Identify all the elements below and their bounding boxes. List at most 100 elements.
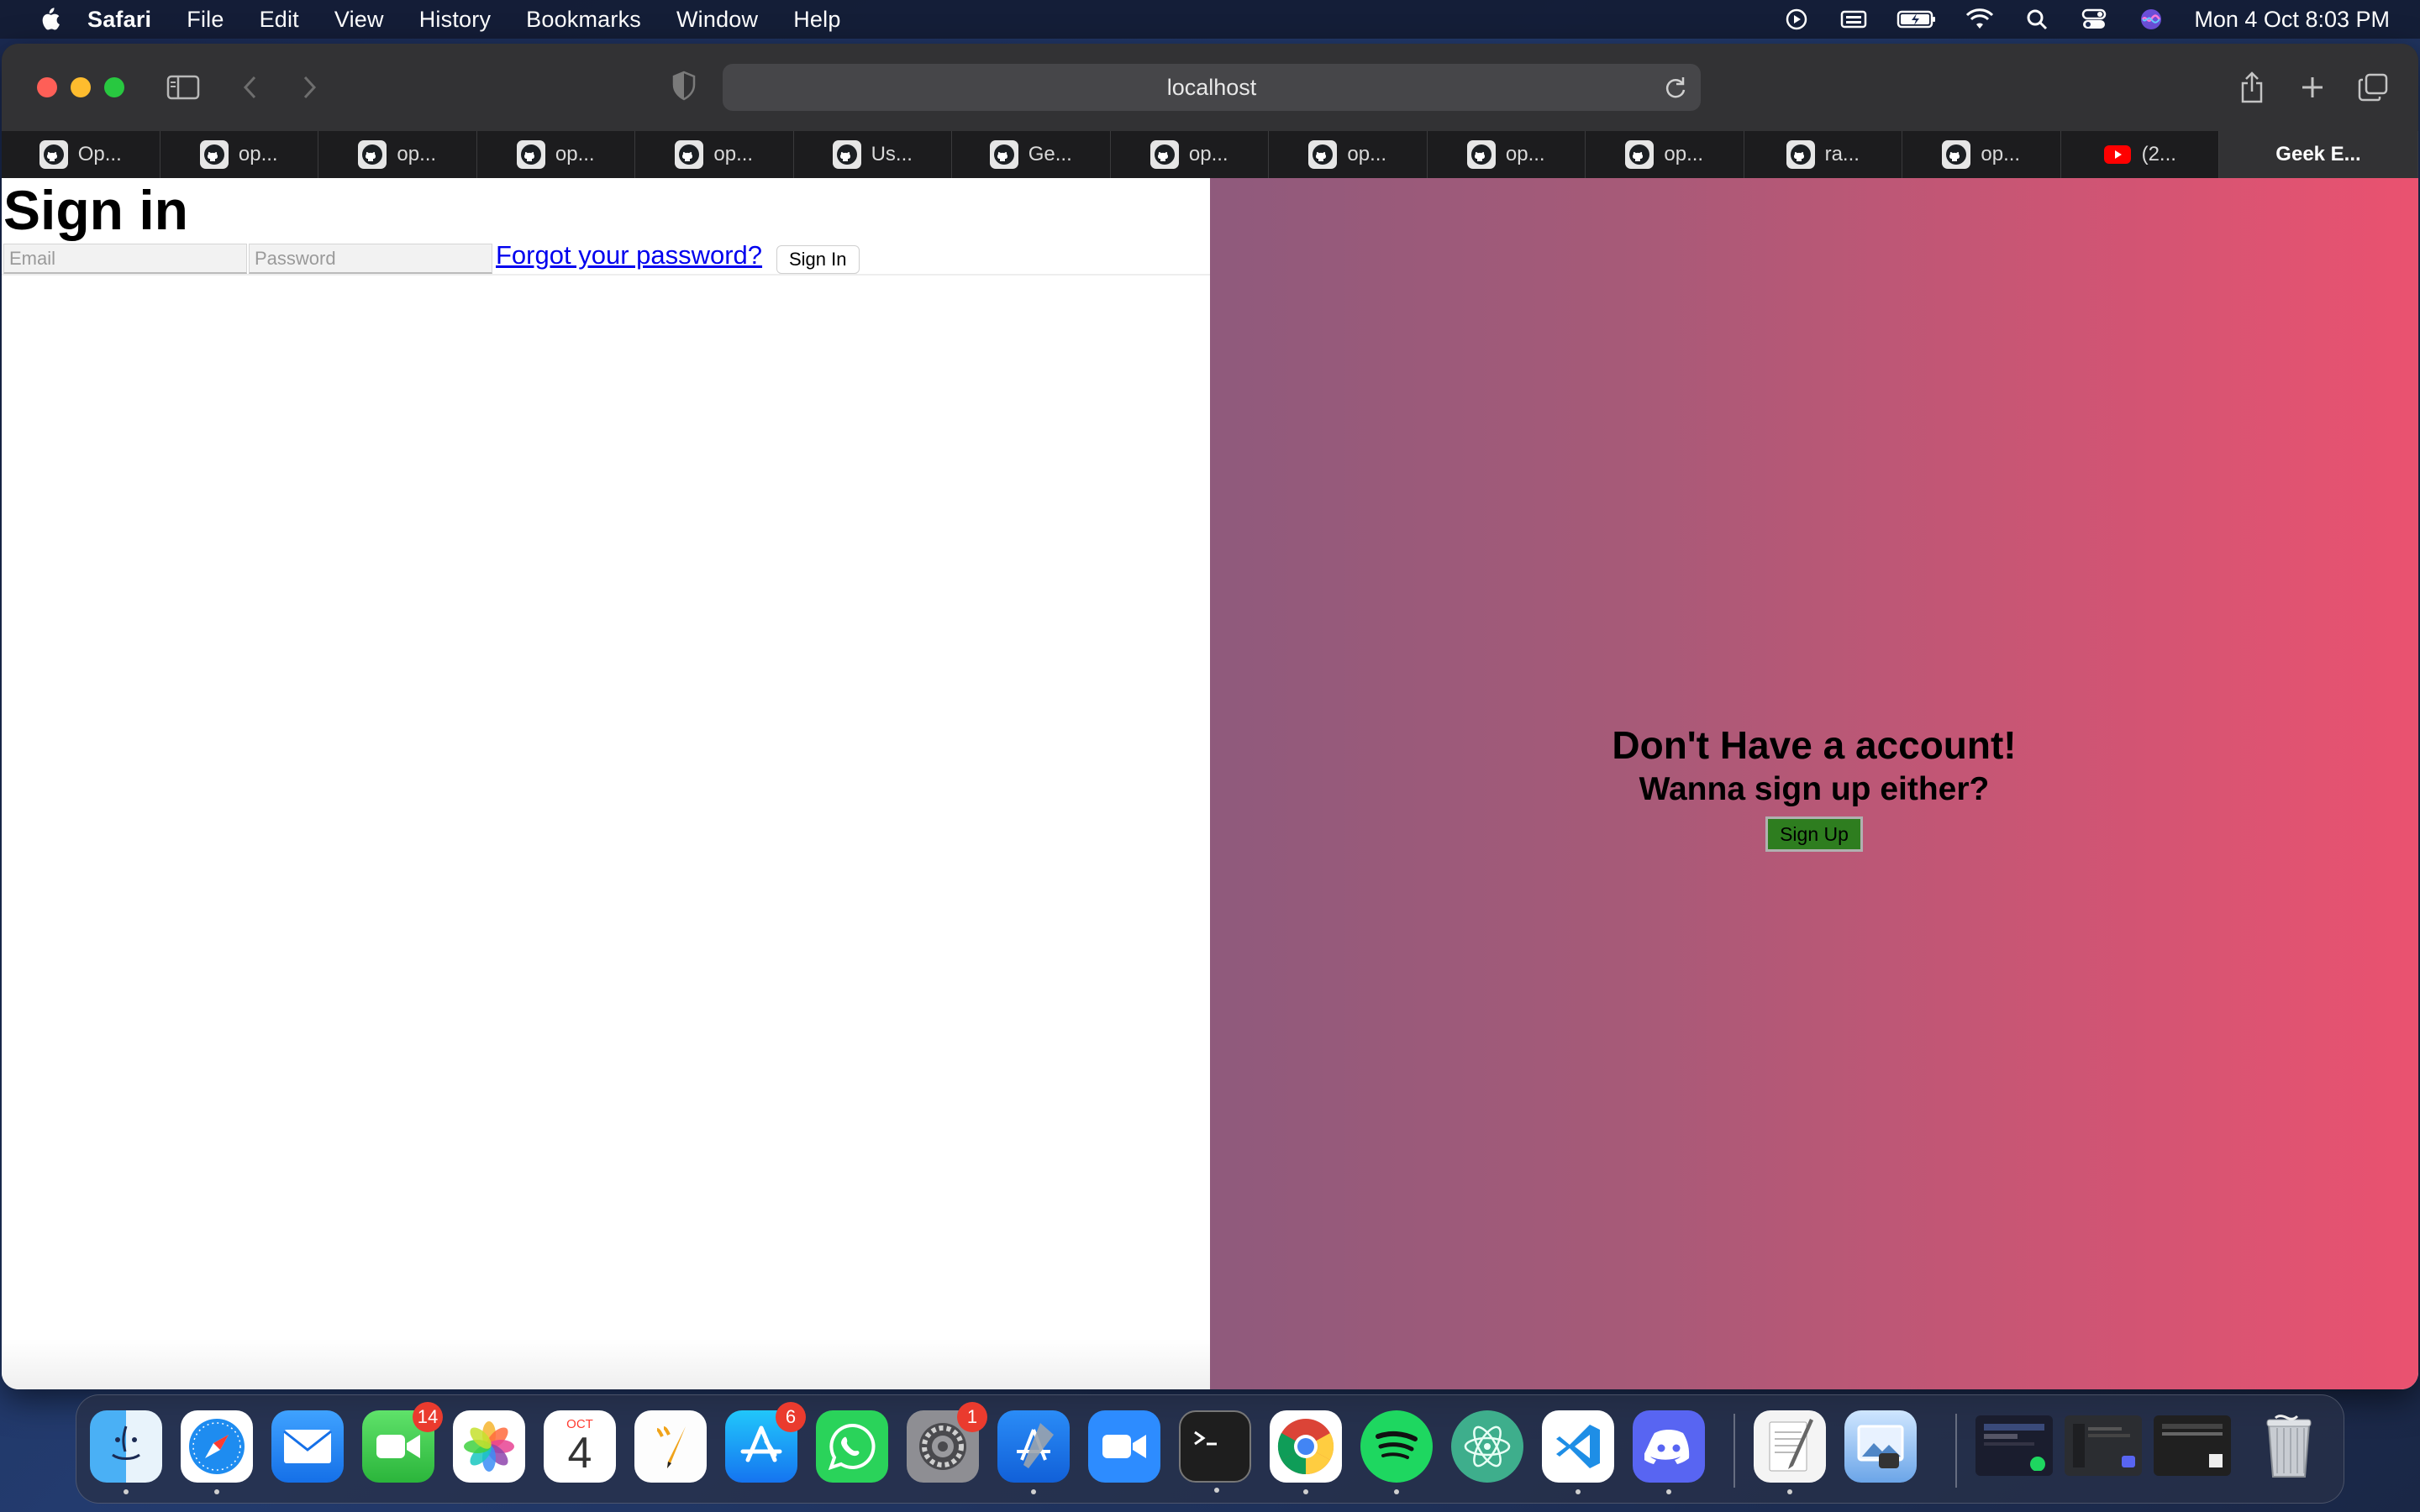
email-field[interactable] <box>3 244 247 274</box>
signup-promo-pane: Don't Have a account! Wanna sign up eith… <box>1210 178 2418 1389</box>
safari-icon[interactable] <box>181 1410 253 1494</box>
running-indicator <box>1303 1489 1308 1494</box>
textedit-icon[interactable] <box>1754 1410 1826 1494</box>
wifi-icon[interactable] <box>1965 7 1994 32</box>
tab-label: op... <box>1664 143 1704 165</box>
pages-icon[interactable] <box>634 1410 707 1483</box>
minimized-window-thumbnail[interactable] <box>2154 1415 2231 1476</box>
spotify-icon[interactable] <box>1360 1410 1433 1494</box>
preview-icon[interactable] <box>1844 1410 1917 1483</box>
minimize-window-button[interactable] <box>71 77 91 97</box>
tab-label: op... <box>1188 143 1228 165</box>
dock-separator <box>1955 1414 1957 1488</box>
back-arrow-icon[interactable] <box>232 71 269 104</box>
apple-menu-icon[interactable] <box>37 6 60 33</box>
spotlight-search-icon[interactable] <box>2023 7 2051 32</box>
tab-label: op... <box>713 143 754 165</box>
menu-history[interactable]: History <box>419 7 491 33</box>
sidebar-toggle-icon[interactable] <box>165 71 202 104</box>
zoom-icon[interactable] <box>1088 1410 1160 1483</box>
notification-badge: 1 <box>957 1402 987 1432</box>
tab-label: op... <box>1505 143 1545 165</box>
app-store-icon[interactable]: 6 <box>725 1402 806 1483</box>
dock: 14 OCT 4 6 1 <box>76 1394 2344 1504</box>
whatsapp-icon[interactable] <box>816 1410 888 1483</box>
battery-charging-icon[interactable] <box>1897 7 1937 32</box>
finder-icon[interactable] <box>90 1410 162 1494</box>
browser-tab[interactable]: op... <box>1902 131 2061 178</box>
signin-button[interactable]: Sign In <box>776 245 860 274</box>
menu-view[interactable]: View <box>334 7 384 33</box>
browser-tab[interactable]: Ge... <box>952 131 1111 178</box>
screen-record-icon[interactable] <box>1782 7 1811 32</box>
github-icon <box>358 140 387 169</box>
browser-tab[interactable]: op... <box>1586 131 1744 178</box>
minimized-window-thumbnail[interactable] <box>2065 1415 2142 1476</box>
dock-separator <box>1733 1414 1735 1488</box>
share-icon[interactable] <box>2233 71 2270 104</box>
control-center-icon[interactable] <box>2080 7 2108 32</box>
trash-icon[interactable] <box>2253 1410 2325 1483</box>
github-icon <box>39 140 68 169</box>
browser-toolbar: localhost <box>2 44 2418 131</box>
browser-tab[interactable]: op... <box>160 131 318 178</box>
system-preferences-icon[interactable]: 1 <box>907 1402 987 1483</box>
facetime-icon[interactable]: 14 <box>362 1402 443 1483</box>
calendar-icon[interactable]: OCT 4 <box>544 1410 616 1483</box>
forgot-password-link[interactable]: Forgot your password? <box>496 240 762 270</box>
github-icon <box>675 140 704 169</box>
browser-tab[interactable]: Us... <box>794 131 952 178</box>
github-icon <box>989 140 1018 169</box>
browser-tab[interactable]: op... <box>1269 131 1428 178</box>
vscode-icon[interactable] <box>1542 1410 1614 1494</box>
zoom-window-button[interactable] <box>104 77 124 97</box>
chrome-icon[interactable] <box>1270 1410 1342 1494</box>
running-indicator <box>1214 1488 1219 1493</box>
browser-tab[interactable]: op... <box>318 131 477 178</box>
browser-tab[interactable]: ra... <box>1744 131 1902 178</box>
signup-button[interactable]: Sign Up <box>1765 816 1863 852</box>
calendar-day: 4 <box>567 1428 592 1478</box>
menu-app-name[interactable]: Safari <box>87 7 151 33</box>
menu-file[interactable]: File <box>187 7 224 33</box>
signin-form: Forgot your password? Sign In <box>2 240 1210 276</box>
github-icon <box>1625 140 1655 169</box>
browser-tab[interactable]: Op... <box>2 131 160 178</box>
photos-icon[interactable] <box>453 1410 525 1483</box>
menu-window[interactable]: Window <box>676 7 758 33</box>
minimized-window-thumbnail[interactable] <box>1975 1415 2053 1476</box>
signup-promo: Don't Have a account! Wanna sign up eith… <box>1210 722 2418 852</box>
github-icon <box>832 140 861 169</box>
running-indicator <box>1394 1489 1399 1494</box>
running-indicator <box>1031 1489 1036 1494</box>
browser-tab[interactable]: (2... <box>2061 131 2219 178</box>
menubar-clock[interactable]: Mon 4 Oct 8:03 PM <box>2194 7 2390 33</box>
menu-edit[interactable]: Edit <box>260 7 299 33</box>
reload-icon[interactable] <box>1662 74 1689 101</box>
active-tab-label: Geek E... <box>2275 143 2361 165</box>
browser-tab[interactable]: op... <box>477 131 635 178</box>
menu-bookmarks[interactable]: Bookmarks <box>526 7 641 33</box>
atom-icon[interactable] <box>1451 1410 1523 1483</box>
address-bar[interactable]: localhost <box>723 64 1701 111</box>
new-tab-icon[interactable] <box>2294 71 2331 104</box>
active-browser-tab[interactable]: Geek E... <box>2219 131 2418 178</box>
notification-badge: 14 <box>413 1402 443 1432</box>
mail-icon[interactable] <box>271 1410 344 1483</box>
terminal-icon[interactable] <box>1179 1410 1251 1493</box>
siri-icon[interactable] <box>2137 7 2165 32</box>
privacy-shield-icon[interactable] <box>671 71 697 104</box>
browser-tab[interactable]: op... <box>635 131 794 178</box>
menu-help[interactable]: Help <box>793 7 840 33</box>
tab-label: Op... <box>77 143 122 165</box>
browser-tab[interactable]: op... <box>1428 131 1586 178</box>
password-field[interactable] <box>249 244 492 274</box>
discord-icon[interactable] <box>1633 1410 1705 1494</box>
close-window-button[interactable] <box>37 77 57 97</box>
xcode-icon[interactable] <box>997 1410 1070 1494</box>
signin-title: Sign in <box>3 179 188 241</box>
keyboard-input-icon[interactable] <box>1839 7 1868 32</box>
browser-tab[interactable]: op... <box>1111 131 1269 178</box>
tab-overview-icon[interactable] <box>2354 71 2391 104</box>
forward-arrow-icon[interactable] <box>291 71 328 104</box>
